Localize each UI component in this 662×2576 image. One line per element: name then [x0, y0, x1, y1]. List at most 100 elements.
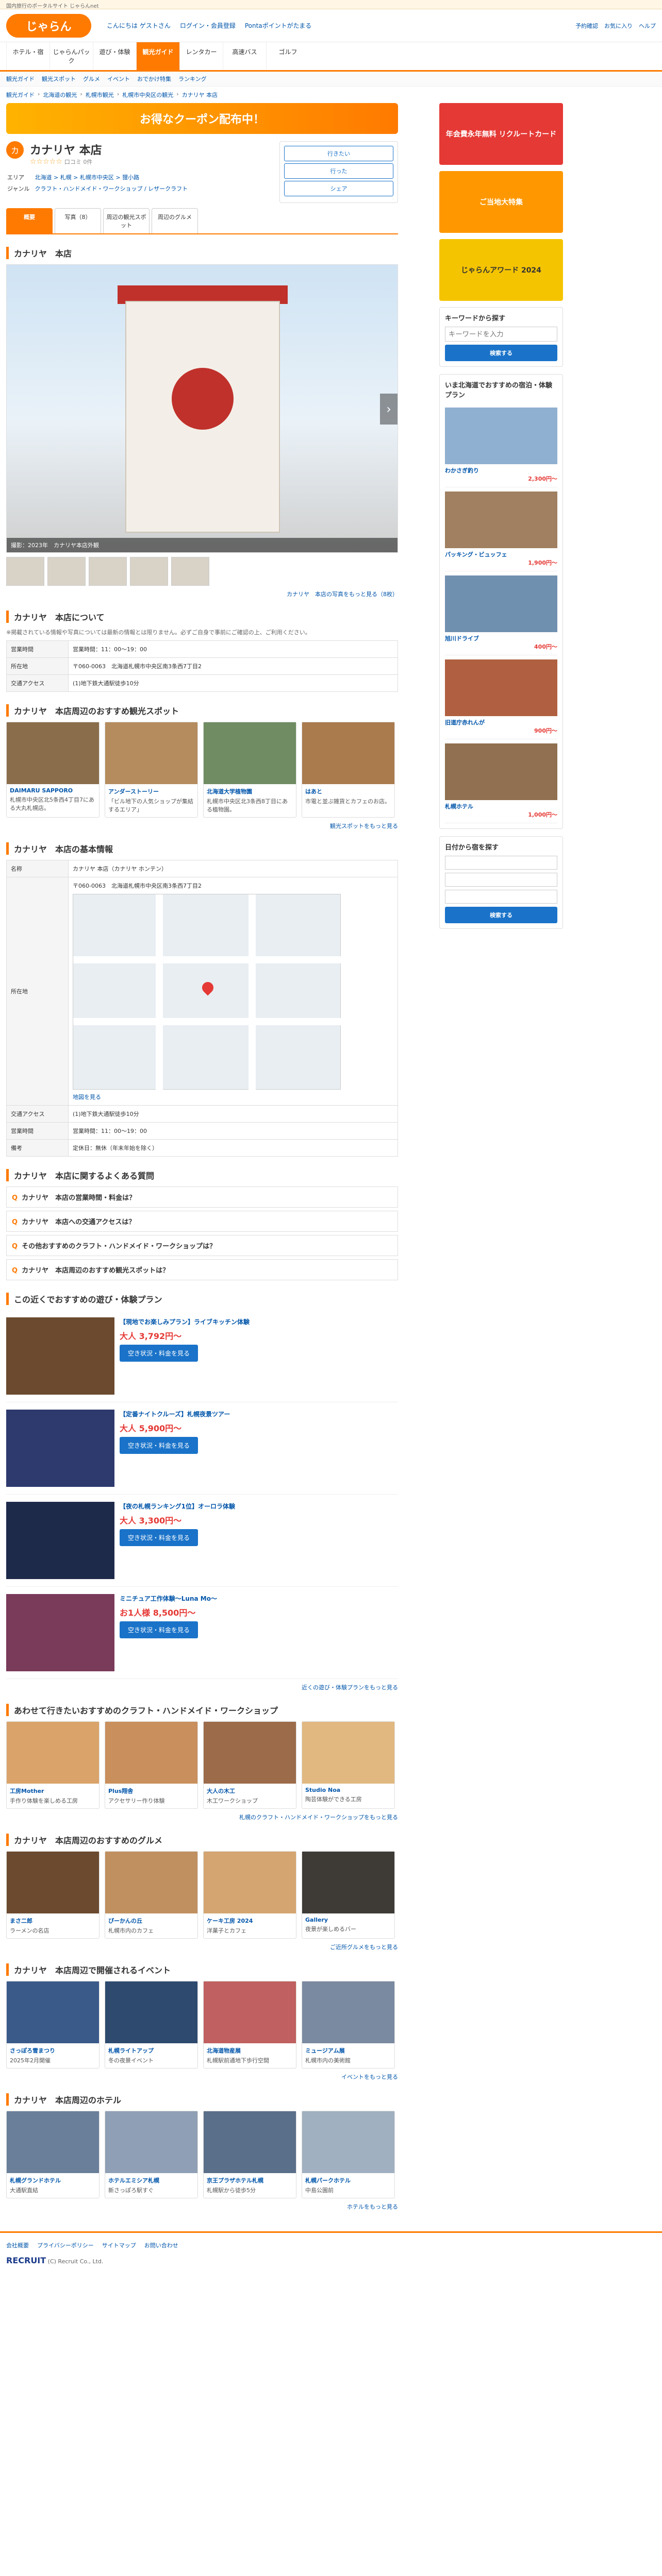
faq-item[interactable]: Q その他おすすめのクラフト・ハンドメイド・ワークショップは？: [6, 1234, 398, 1256]
card-title[interactable]: ホテルエミシア札幌: [108, 2176, 194, 2184]
sidebar-plan-name[interactable]: わかさぎ釣り: [445, 466, 557, 474]
crafts-more-link[interactable]: 札幌のクラフト・ハンドメイド・ワークショップをもっと見る: [239, 1814, 398, 1821]
nearby_spots-card[interactable]: 北海道大学植物園 札幌市中央区北3条西8丁目にある植物園。: [203, 722, 296, 818]
sidebar-plan-image[interactable]: [445, 575, 557, 632]
sidebar-plan-image[interactable]: [445, 408, 557, 464]
faq-item[interactable]: Q カナリヤ 本店の営業時間・料金は？: [6, 1186, 398, 1208]
crafts-card-image[interactable]: [302, 1721, 394, 1784]
hotels-card-image[interactable]: [302, 2111, 394, 2173]
subnav-link[interactable]: 観光ガイド: [6, 75, 35, 83]
nearby-spots-more-link[interactable]: 観光スポットをもっと見る: [330, 823, 398, 829]
gourmet-card[interactable]: ぴーかんの丘 札幌市内のカフェ: [105, 1851, 198, 1939]
plan-availability-button[interactable]: 空き状況・料金を見る: [120, 1344, 198, 1362]
events-card[interactable]: 北海道物産展 札幌駅前通地下歩行空間: [203, 1980, 296, 2069]
events-card-image[interactable]: [302, 1981, 394, 2043]
review-count[interactable]: 口コミ 0件: [64, 159, 93, 165]
hotels-card-image[interactable]: [7, 2111, 99, 2173]
nearby_spots-card-image[interactable]: [302, 722, 394, 784]
area-select[interactable]: [445, 890, 557, 904]
plan-title[interactable]: ミニチュア工作体験〜Luna Mo〜: [120, 1594, 398, 1603]
nav-item-4[interactable]: レンタカー: [179, 42, 223, 70]
sidebar-ad-award[interactable]: じゃらんアワード 2024: [439, 239, 563, 301]
map-link[interactable]: 地図を見る: [73, 1093, 101, 1101]
sidebar-plan-name[interactable]: パッキング・ビュッフェ: [445, 550, 557, 558]
tab-0[interactable]: 概要: [6, 208, 53, 233]
sidebar-ad-feature[interactable]: ご当地大特集: [439, 171, 563, 233]
hotels-card[interactable]: 札幌グランドホテル 大通駅直結: [6, 2110, 100, 2198]
sidebar-plan-item[interactable]: 札幌ホテル 1,000円〜: [445, 739, 557, 823]
card-title[interactable]: DAIMARU SAPPORO: [10, 787, 96, 794]
subnav-link[interactable]: グルメ: [83, 75, 100, 83]
card-title[interactable]: Studio Noa: [305, 1787, 391, 1793]
nearby_spots-card-image[interactable]: [204, 722, 296, 784]
gourmet-card-image[interactable]: [7, 1851, 99, 1913]
subnav-link[interactable]: ランキング: [178, 75, 207, 83]
tab-2[interactable]: 周辺の観光スポット: [103, 208, 150, 233]
nav-item-6[interactable]: ゴルフ: [266, 42, 309, 70]
gourmet-card-image[interactable]: [204, 1851, 296, 1913]
main-photo[interactable]: › 撮影：2023年 カナリヤ本店外観: [6, 264, 398, 553]
plans-more-link[interactable]: 近くの遊び・体験プランをもっと見る: [302, 1684, 398, 1691]
nearby_spots-card-image[interactable]: [7, 722, 99, 784]
nav-item-5[interactable]: 高速バス: [223, 42, 266, 70]
genre-links[interactable]: クラフト・ハンドメイド・ワークショップ / レザークラフト: [35, 185, 188, 192]
card-title[interactable]: 札幌グランドホテル: [10, 2176, 96, 2184]
sidebar-plan-name[interactable]: 旧道庁赤れんが: [445, 718, 557, 726]
more-photos-link[interactable]: カナリヤ 本店の写真をもっと見る（8枚）: [287, 591, 398, 598]
hotels-more-link[interactable]: ホテルをもっと見る: [347, 2204, 398, 2210]
photo-thumbnail[interactable]: [89, 557, 127, 586]
card-title[interactable]: 大人の木工: [207, 1787, 293, 1795]
header-link-ponta[interactable]: Pontaポイントがたまる: [245, 21, 311, 30]
tab-3[interactable]: 周辺のグルメ: [152, 208, 198, 233]
card-title[interactable]: 北海道大学植物園: [207, 787, 293, 795]
plan-image[interactable]: [6, 1409, 114, 1487]
footer-link[interactable]: お問い合わせ: [144, 2241, 178, 2249]
header-link-reservations[interactable]: 予約確認: [575, 22, 598, 30]
crafts-card-image[interactable]: [105, 1721, 197, 1784]
date-search-button[interactable]: 検索する: [445, 907, 557, 923]
subnav-link[interactable]: イベント: [107, 75, 130, 83]
breadcrumb-item[interactable]: 札幌市観光: [86, 91, 114, 99]
sidebar-plan-image[interactable]: [445, 492, 557, 548]
nav-item-2[interactable]: 遊び・体験: [93, 42, 136, 70]
keyword-input[interactable]: [445, 327, 557, 342]
faq-item[interactable]: Q カナリヤ 本店周辺のおすすめ観光スポットは？: [6, 1259, 398, 1280]
events-card-image[interactable]: [105, 1981, 197, 2043]
photo-thumbnail[interactable]: [6, 557, 44, 586]
gourmet-card-image[interactable]: [302, 1851, 394, 1913]
faq-item[interactable]: Q カナリヤ 本店への交通アクセスは？: [6, 1210, 398, 1232]
header-link-help[interactable]: ヘルプ: [639, 22, 656, 30]
chevron-right-icon[interactable]: ›: [380, 394, 398, 425]
card-title[interactable]: 北海道物産展: [207, 2046, 293, 2055]
card-title[interactable]: ケーキ工房 2024: [207, 1917, 293, 1925]
share-button[interactable]: シェア: [284, 181, 393, 196]
card-title[interactable]: Gallery: [305, 1917, 391, 1923]
nearby_spots-card-image[interactable]: [105, 722, 197, 784]
went-button[interactable]: 行った: [284, 163, 393, 179]
events-card[interactable]: ミュージアム展 札幌市内の美術館: [302, 1980, 395, 2069]
photo-thumbnail[interactable]: [47, 557, 86, 586]
card-title[interactable]: 札幌パークホテル: [305, 2176, 391, 2184]
plan-image[interactable]: [6, 1501, 114, 1579]
card-title[interactable]: 工房Mother: [10, 1787, 96, 1795]
sidebar-plan-image[interactable]: [445, 743, 557, 800]
hotels-card[interactable]: 札幌パークホテル 中島公園前: [302, 2110, 395, 2198]
plan-image[interactable]: [6, 1317, 114, 1395]
sidebar-ad-card[interactable]: 年会費永年無料 リクルートカード: [439, 103, 563, 165]
crafts-card[interactable]: Studio Noa 陶芸体験ができる工房: [302, 1721, 395, 1809]
events-card-image[interactable]: [204, 1981, 296, 2043]
card-title[interactable]: 京王プラザホテル札幌: [207, 2176, 293, 2184]
card-title[interactable]: はあと: [305, 787, 391, 795]
card-title[interactable]: ミュージアム展: [305, 2046, 391, 2055]
site-logo[interactable]: じゃらん: [6, 13, 91, 38]
photo-thumbnail[interactable]: [171, 557, 209, 586]
plan-availability-button[interactable]: 空き状況・料金を見る: [120, 1621, 198, 1638]
crafts-card[interactable]: 大人の木工 木工ワークショップ: [203, 1721, 296, 1809]
sidebar-plan-name[interactable]: 旭川ドライブ: [445, 634, 557, 642]
footer-link[interactable]: プライバシーポリシー: [37, 2241, 94, 2249]
hotels-card-image[interactable]: [204, 2111, 296, 2173]
nights-select[interactable]: [445, 873, 557, 887]
gourmet-more-link[interactable]: ご近所グルメをもっと見る: [330, 1944, 398, 1951]
card-title[interactable]: アンダーストーリー: [108, 787, 194, 795]
header-link-login[interactable]: ログイン・会員登録: [180, 21, 236, 30]
